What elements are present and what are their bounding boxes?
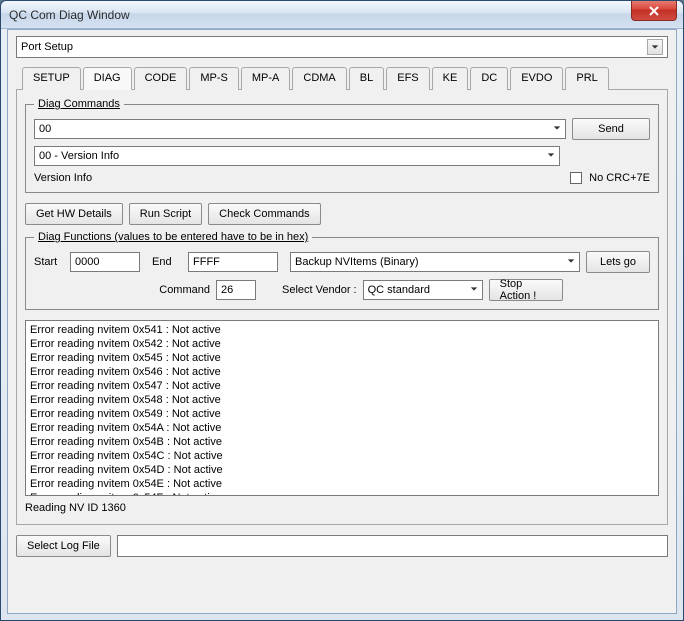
diag-status-text: Version Info (34, 172, 92, 184)
diag-cmd-select[interactable]: 00 - Version Info (34, 146, 560, 166)
chevron-down-icon[interactable] (567, 256, 575, 268)
end-label: End (152, 256, 182, 268)
diag-commands-legend: Diag Commands (34, 98, 124, 110)
run-script-button[interactable]: Run Script (129, 203, 202, 225)
chevron-down-icon[interactable] (470, 284, 478, 296)
tab-panel-diag: Diag Commands 00 Send 00 - Version Info (16, 90, 668, 525)
tab-dc[interactable]: DC (470, 67, 508, 90)
log-file-path-input[interactable] (117, 535, 668, 557)
log-line: Error reading nvitem 0x548 : Not active (30, 393, 654, 407)
log-line: Error reading nvitem 0x54A : Not active (30, 421, 654, 435)
log-line: Error reading nvitem 0x54F : Not active (30, 491, 654, 496)
tab-mp-a[interactable]: MP-A (241, 67, 291, 90)
tab-evdo[interactable]: EVDO (510, 67, 563, 90)
diag-function-select[interactable]: Backup NVItems (Binary) (290, 252, 580, 272)
title-bar[interactable]: QC Com Diag Window (1, 1, 683, 29)
tab-code[interactable]: CODE (134, 67, 188, 90)
start-label: Start (34, 256, 64, 268)
tab-cdma[interactable]: CDMA (292, 67, 346, 90)
log-line: Error reading nvitem 0x547 : Not active (30, 379, 654, 393)
end-input[interactable]: FFFF (188, 252, 278, 272)
log-line: Error reading nvitem 0x542 : Not active (30, 337, 654, 351)
no-crc-checkbox[interactable] (570, 172, 582, 184)
tab-bl[interactable]: BL (349, 67, 384, 90)
chevron-down-icon[interactable] (547, 150, 555, 162)
diag-functions-group: Diag Functions (values to be entered hav… (25, 231, 659, 310)
log-line: Error reading nvitem 0x54B : Not active (30, 435, 654, 449)
send-button[interactable]: Send (572, 118, 650, 140)
log-line: Error reading nvitem 0x545 : Not active (30, 351, 654, 365)
log-textarea[interactable]: Error reading nvitem 0x541 : Not activeE… (25, 320, 659, 496)
chevron-down-icon[interactable] (553, 123, 561, 135)
close-button[interactable] (631, 1, 677, 21)
close-icon (649, 6, 659, 16)
stop-action-button[interactable]: Stop Action ! (489, 279, 563, 301)
no-crc-label: No CRC+7E (589, 172, 650, 184)
command-label: Command (150, 284, 210, 296)
lets-go-button[interactable]: Lets go (586, 251, 650, 273)
start-input[interactable]: 0000 (70, 252, 140, 272)
log-line: Error reading nvitem 0x546 : Not active (30, 365, 654, 379)
log-line: Error reading nvitem 0x54C : Not active (30, 449, 654, 463)
get-hw-details-button[interactable]: Get HW Details (25, 203, 123, 225)
tab-efs[interactable]: EFS (386, 67, 429, 90)
no-crc-wrapper: No CRC+7E (570, 172, 650, 184)
log-line: Error reading nvitem 0x541 : Not active (30, 323, 654, 337)
port-setup-value: Port Setup (21, 41, 73, 53)
check-commands-button[interactable]: Check Commands (208, 203, 320, 225)
window-title: QC Com Diag Window (9, 8, 130, 22)
vendor-label: Select Vendor : (282, 284, 357, 296)
tab-mp-s[interactable]: MP-S (189, 67, 239, 90)
client-area: Port Setup SETUPDIAGCODEMP-SMP-ACDMABLEF… (8, 30, 676, 613)
log-line: Error reading nvitem 0x54D : Not active (30, 463, 654, 477)
tab-setup[interactable]: SETUP (22, 67, 81, 90)
chevron-down-icon[interactable] (647, 39, 663, 55)
port-setup-dropdown[interactable]: Port Setup (16, 36, 668, 58)
tab-strip: SETUPDIAGCODEMP-SMP-ACDMABLEFSKEDCEVDOPR… (16, 66, 668, 90)
command-input[interactable]: 26 (216, 280, 256, 300)
select-log-file-button[interactable]: Select Log File (16, 535, 111, 557)
diag-cmd-input[interactable]: 00 (34, 119, 566, 139)
tab-diag[interactable]: DIAG (83, 67, 132, 90)
diag-commands-group: Diag Commands 00 Send 00 - Version Info (25, 98, 659, 193)
status-line: Reading NV ID 1360 (25, 502, 659, 514)
log-line: Error reading nvitem 0x54E : Not active (30, 477, 654, 491)
window-frame: QC Com Diag Window Port Setup SETUPDIAGC… (0, 0, 684, 621)
tab-prl[interactable]: PRL (565, 67, 608, 90)
tab-ke[interactable]: KE (432, 67, 469, 90)
client-frame: Port Setup SETUPDIAGCODEMP-SMP-ACDMABLEF… (7, 29, 677, 614)
vendor-select[interactable]: QC standard (363, 280, 483, 300)
log-line: Error reading nvitem 0x549 : Not active (30, 407, 654, 421)
diag-functions-legend: Diag Functions (values to be entered hav… (34, 231, 312, 243)
